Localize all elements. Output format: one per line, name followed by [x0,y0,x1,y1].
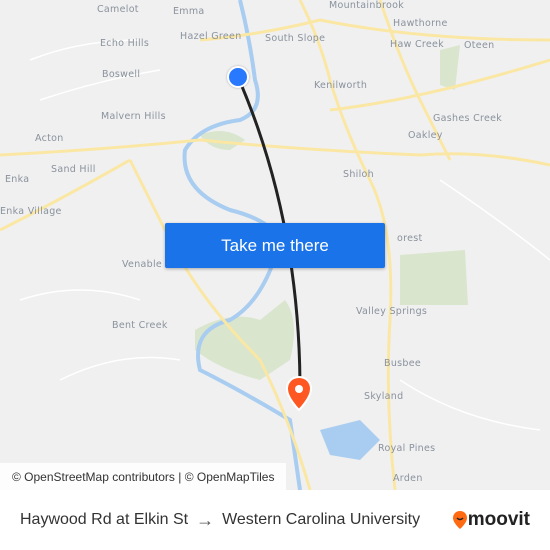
place-label: Camelot [97,4,139,15]
place-label: Oteen [464,40,495,51]
place-label: Busbee [384,358,422,369]
place-label: Malvern Hills [101,111,166,122]
place-label: Enka [5,174,30,185]
place-label: Haw Creek [390,39,444,50]
place-label: Gashes Creek [433,113,503,124]
moovit-pin-icon [452,511,467,529]
place-label: Echo Hills [100,38,150,49]
map-attribution[interactable]: © OpenStreetMap contributors | © OpenMap… [0,463,287,490]
arrow-right-icon: → [196,509,215,530]
take-me-there-button[interactable]: Take me there [165,223,385,268]
place-label: Oakley [408,130,443,141]
place-label: Arden [393,473,423,484]
origin-marker[interactable] [227,66,249,88]
place-label: orest [397,233,423,244]
place-label: Mountainbrook [329,0,405,11]
place-label: Enka Village [0,206,62,217]
place-label: Acton [35,133,64,144]
destination-pin-icon[interactable] [285,376,313,412]
place-label: Hawthorne [393,18,448,29]
place-label: Boswell [102,69,141,80]
place-label: Skyland [364,391,404,402]
route-footer: Haywood Rd at Elkin St → Western Carolin… [0,490,550,550]
destination-label: Western Carolina University [222,511,421,528]
place-label: Royal Pines [378,443,436,454]
place-label: Hazel Green [180,31,242,42]
moovit-wordmark: moovit [467,509,530,530]
map[interactable]: Camelot Emma Mountainbrook Hawthorne Hazel G… [0,0,550,490]
place-label: Venable [122,259,163,270]
moovit-logo: moovit [452,509,530,531]
place-label: Shiloh [343,169,374,180]
place-label: Kenilworth [314,80,368,91]
place-label: Emma [173,6,205,17]
origin-label: Haywood Rd at Elkin St [20,511,189,528]
place-label: Valley Springs [356,306,428,317]
place-label: South Slope [265,33,326,44]
place-label: Sand Hill [51,164,96,175]
place-label: Bent Creek [112,320,168,331]
